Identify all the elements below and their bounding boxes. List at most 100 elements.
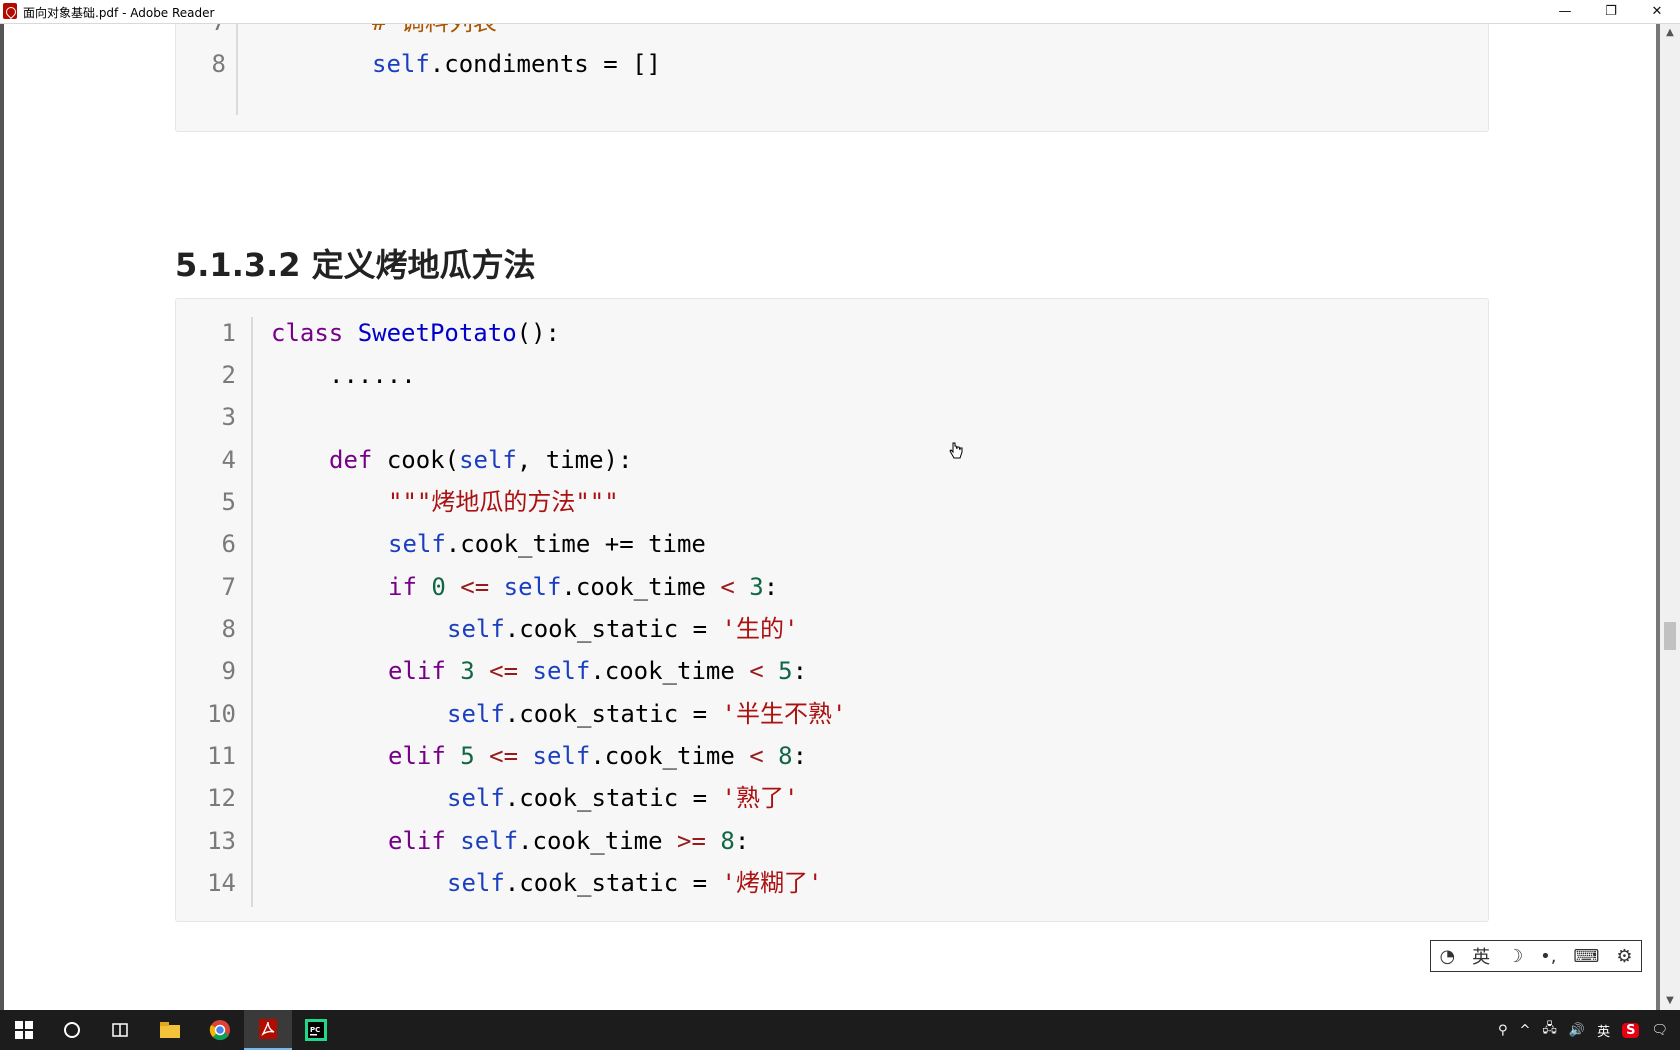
document-page[interactable]: 7 # 调料列表 8 self.condiments = [] 5.1.3.2 … bbox=[0, 24, 1660, 1010]
adobe-reader-icon bbox=[259, 1019, 277, 1039]
folder-icon bbox=[160, 1022, 180, 1038]
code-operator: >= bbox=[677, 827, 706, 855]
moon-icon[interactable]: ☽ bbox=[1507, 946, 1523, 967]
gear-icon[interactable]: ⚙ bbox=[1616, 946, 1632, 967]
adobe-reader-icon bbox=[3, 3, 17, 19]
window-title: 面向对象基础.pdf - Adobe Reader bbox=[23, 6, 215, 20]
hand-cursor-icon bbox=[949, 442, 963, 459]
code-operator: <= bbox=[460, 573, 490, 601]
code-operator: < bbox=[720, 573, 735, 601]
code-line: self.cook_time += time bbox=[388, 529, 706, 559]
code-operator: < bbox=[749, 742, 764, 770]
start-button[interactable] bbox=[0, 1010, 48, 1050]
task-view-icon bbox=[112, 1023, 128, 1037]
code-function-name: cook( bbox=[386, 446, 460, 474]
line-number: 4 bbox=[221, 446, 236, 474]
minimize-button[interactable]: — bbox=[1542, 0, 1588, 23]
line-number: 13 bbox=[207, 827, 236, 855]
code-keyword: def bbox=[329, 446, 373, 474]
ime-toolbar[interactable]: ◔ 英 ☽ •, ⌨ ⚙ bbox=[1430, 940, 1642, 972]
code-block-main: 1 2 3 4 5 6 7 8 9 10 11 12 13 14 class S… bbox=[175, 298, 1489, 922]
code-line: self.condiments = [] bbox=[372, 49, 661, 79]
notification-icon[interactable]: 🗨 bbox=[1651, 1023, 1668, 1038]
taskbar-adobe-reader[interactable] bbox=[244, 1010, 292, 1050]
code-block-top: 7 # 调料列表 8 self.condiments = [] bbox=[175, 24, 1489, 132]
code-text: : bbox=[792, 742, 808, 770]
code-string: '烤糊了' bbox=[721, 869, 823, 897]
code-operator: < bbox=[749, 657, 764, 685]
line-number: 8 bbox=[221, 615, 236, 643]
code-docstring: """烤地瓜的方法""" bbox=[388, 488, 619, 516]
input-language-indicator[interactable]: 英 bbox=[1597, 1021, 1610, 1040]
taskbar-chrome[interactable] bbox=[196, 1010, 244, 1050]
code-class-name: SweetPotato bbox=[357, 319, 517, 347]
code-line: self.cook_static = '烤糊了' bbox=[447, 868, 822, 898]
code-text: .cook_static = bbox=[504, 869, 722, 897]
code-self: self bbox=[388, 530, 446, 558]
vertical-scrollbar[interactable]: ▲ ▼ bbox=[1660, 24, 1680, 1010]
code-text: , time): bbox=[516, 446, 633, 474]
line-number: 11 bbox=[207, 742, 236, 770]
line-number: 2 bbox=[221, 361, 236, 389]
code-text: .cook_time bbox=[561, 573, 706, 601]
code-operator: <= bbox=[489, 657, 519, 685]
taskbar-file-explorer[interactable] bbox=[146, 1010, 194, 1050]
line-number: 10 bbox=[207, 700, 236, 728]
code-text: .cook_static = bbox=[504, 700, 722, 728]
code-self: self bbox=[447, 615, 505, 643]
code-number: 8 bbox=[778, 742, 793, 770]
line-number: 9 bbox=[221, 657, 236, 685]
code-text: : bbox=[763, 573, 779, 601]
search-button[interactable] bbox=[48, 1010, 96, 1050]
line-number: 1 bbox=[221, 319, 236, 347]
code-text: : bbox=[734, 827, 750, 855]
line-number: 8 bbox=[211, 50, 226, 78]
svg-text:PC: PC bbox=[310, 1026, 320, 1034]
code-number: 0 bbox=[431, 573, 446, 601]
task-view-button[interactable] bbox=[96, 1010, 144, 1050]
title-bar: 面向对象基础.pdf - Adobe Reader — ❐ ✕ bbox=[0, 0, 1680, 24]
code-string: '生的' bbox=[721, 615, 799, 643]
code-number: 5 bbox=[778, 657, 793, 685]
code-line: self.cook_static = '熟了' bbox=[447, 783, 798, 813]
scroll-down-arrow-icon[interactable]: ▼ bbox=[1660, 992, 1680, 1010]
taskbar: PC ⚲ ^ 🖧 🔊 英 S 🗨 bbox=[0, 1010, 1680, 1050]
keyboard-icon[interactable]: ⌨ bbox=[1573, 946, 1599, 967]
close-button[interactable]: ✕ bbox=[1634, 0, 1680, 23]
line-number: 6 bbox=[221, 530, 236, 558]
code-line: self.cook_static = '生的' bbox=[447, 614, 798, 644]
code-operator: <= bbox=[489, 742, 519, 770]
line-number: 7 bbox=[176, 24, 226, 37]
page-left-border bbox=[0, 24, 4, 1010]
code-self: self bbox=[459, 446, 517, 474]
code-line: class SweetPotato(): bbox=[271, 318, 560, 348]
code-text: .cook_time bbox=[590, 657, 735, 685]
code-number: 8 bbox=[720, 827, 735, 855]
code-keyword: class bbox=[271, 319, 344, 347]
code-text: .cook_static = bbox=[504, 784, 722, 812]
code-comment: # 调料列表 bbox=[372, 24, 497, 37]
scroll-up-arrow-icon[interactable]: ▲ bbox=[1660, 24, 1680, 42]
code-number: 3 bbox=[749, 573, 764, 601]
code-gutter-divider bbox=[236, 24, 238, 115]
volume-icon[interactable]: 🔊 bbox=[1569, 1023, 1585, 1038]
system-tray: ⚲ ^ 🖧 🔊 英 S 🗨 bbox=[1498, 1010, 1680, 1050]
restore-button[interactable]: ❐ bbox=[1588, 0, 1634, 23]
network-icon[interactable]: 🖧 bbox=[1542, 1019, 1557, 1041]
code-self: self bbox=[447, 869, 505, 897]
ime-language-toggle[interactable]: 英 bbox=[1472, 943, 1490, 969]
code-number: 3 bbox=[460, 657, 475, 685]
person-icon[interactable]: ⚲ bbox=[1498, 1023, 1508, 1038]
code-self: self bbox=[372, 50, 430, 78]
sogou-icon[interactable]: S bbox=[1622, 1022, 1640, 1038]
code-string: '半生不熟' bbox=[721, 700, 847, 728]
code-text: .cook_time += time bbox=[445, 530, 706, 558]
code-keyword: if bbox=[388, 573, 417, 601]
chrome-icon bbox=[209, 1020, 230, 1041]
sogou-logo-icon[interactable]: ◔ bbox=[1439, 946, 1455, 967]
scrollbar-thumb[interactable] bbox=[1664, 622, 1676, 650]
chevron-up-icon[interactable]: ^ bbox=[1520, 1023, 1531, 1038]
taskbar-pycharm[interactable]: PC bbox=[292, 1010, 340, 1050]
punctuation-icon[interactable]: •, bbox=[1540, 946, 1556, 967]
code-line: if 0 <= self.cook_time < 3: bbox=[388, 572, 778, 602]
